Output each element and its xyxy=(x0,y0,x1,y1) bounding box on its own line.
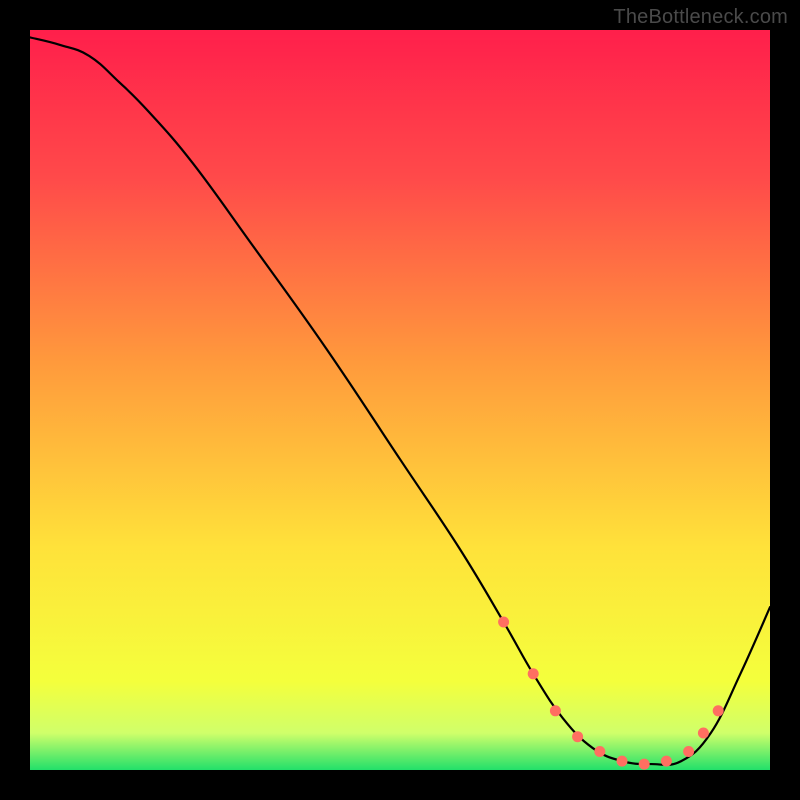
bottleneck-curve xyxy=(30,37,770,765)
marker-dot xyxy=(572,731,583,742)
marker-dot xyxy=(498,617,509,628)
watermark-text: TheBottleneck.com xyxy=(613,6,788,29)
marker-dot xyxy=(617,756,628,767)
curve-layer xyxy=(30,30,770,770)
marker-dot xyxy=(528,668,539,679)
marker-dot xyxy=(698,728,709,739)
marker-dot xyxy=(713,705,724,716)
chart-container: TheBottleneck.com xyxy=(0,0,800,800)
marker-dot xyxy=(661,756,672,767)
marker-dot xyxy=(683,746,694,757)
plot-area xyxy=(30,30,770,770)
highlight-dots xyxy=(498,617,724,770)
marker-dot xyxy=(594,746,605,757)
marker-dot xyxy=(550,705,561,716)
marker-dot xyxy=(639,759,650,770)
